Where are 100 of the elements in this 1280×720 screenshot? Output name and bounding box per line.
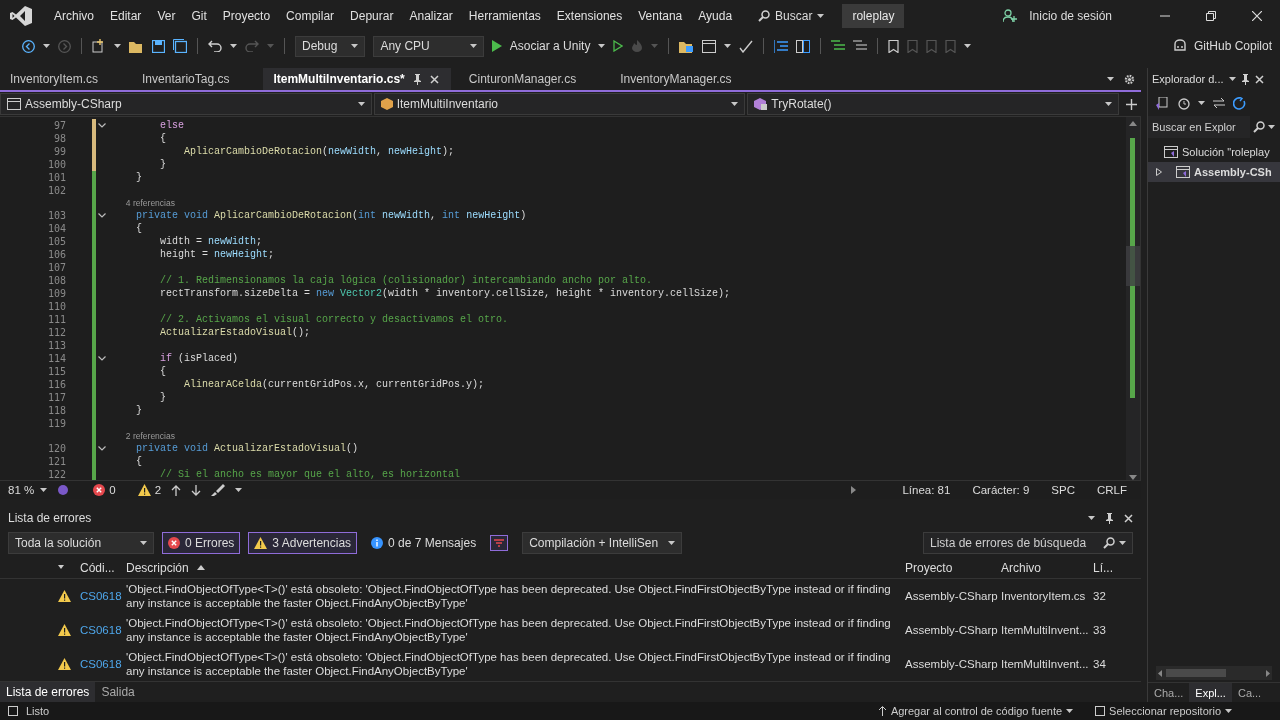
pin-icon[interactable] bbox=[1240, 73, 1250, 85]
platform-dropdown[interactable]: Any CPU bbox=[373, 35, 484, 57]
column-header[interactable]: Códi... bbox=[80, 560, 126, 575]
close-icon[interactable] bbox=[1252, 11, 1262, 21]
error-code-link[interactable]: CS0618 bbox=[80, 589, 126, 603]
column-filter-icon[interactable] bbox=[58, 564, 64, 571]
menu-item[interactable]: Extensiones bbox=[548, 9, 631, 23]
copilot-button[interactable]: GitHub Copilot bbox=[1171, 39, 1272, 53]
scope-dropdown[interactable]: Toda la solución bbox=[8, 532, 154, 554]
settings-icon[interactable] bbox=[1124, 73, 1135, 85]
filter-toggle-button[interactable]: 0 Errores bbox=[162, 532, 241, 554]
document-tab[interactable]: InventarioTag.cs bbox=[132, 68, 242, 90]
open-folder-icon[interactable] bbox=[129, 39, 144, 53]
collapse-icon[interactable] bbox=[97, 213, 106, 218]
indent-icon[interactable] bbox=[774, 39, 789, 53]
scroll-left-icon[interactable] bbox=[1158, 669, 1162, 677]
play-outline-icon[interactable] bbox=[613, 40, 624, 52]
menu-item[interactable]: Herramientas bbox=[460, 9, 549, 23]
comment-lines-icon[interactable] bbox=[831, 39, 846, 53]
document-tab[interactable]: CinturonManager.cs bbox=[458, 68, 589, 90]
repository-button[interactable]: Seleccionar repositorio bbox=[1095, 705, 1232, 717]
scrollbar[interactable] bbox=[1126, 117, 1140, 480]
pin-icon[interactable] bbox=[1105, 512, 1114, 524]
restore-icon[interactable] bbox=[1206, 11, 1216, 21]
search-field[interactable]: Buscar en Explor bbox=[1148, 116, 1250, 138]
column-header[interactable]: Descripción bbox=[126, 560, 189, 575]
line-ending-indicator[interactable]: CRLF bbox=[1090, 484, 1133, 496]
health-icon[interactable] bbox=[57, 484, 70, 496]
split-icon[interactable] bbox=[1125, 98, 1137, 110]
history-icon[interactable] bbox=[1177, 96, 1190, 110]
zoom-dropdown[interactable]: 81 % bbox=[8, 484, 48, 496]
search-field[interactable]: Lista de errores de búsqueda bbox=[923, 532, 1133, 554]
refresh-icon[interactable] bbox=[1233, 96, 1246, 110]
app-logo-icon[interactable] bbox=[10, 6, 32, 26]
error-code-link[interactable]: CS0618 bbox=[80, 657, 126, 671]
build-source-dropdown[interactable]: Compilación + IntelliSen bbox=[522, 532, 683, 554]
search-icon[interactable] bbox=[1253, 121, 1265, 133]
column-header[interactable]: Lí... bbox=[1093, 560, 1127, 575]
panel-tab[interactable]: Cha... bbox=[1148, 683, 1190, 702]
scroll-thumb[interactable] bbox=[1126, 246, 1140, 286]
filter-toggle-button[interactable]: 3 Advertencias bbox=[248, 532, 358, 554]
tree-item[interactable]: Solución "roleplay bbox=[1148, 142, 1280, 162]
collapse-icon[interactable] bbox=[97, 446, 106, 451]
columns-icon[interactable] bbox=[796, 39, 811, 53]
search-button[interactable]: Buscar bbox=[750, 9, 833, 23]
panel-tab[interactable]: Lista de errores bbox=[0, 682, 96, 702]
menu-item[interactable]: Ventana bbox=[630, 9, 691, 23]
source-control-button[interactable]: Agregar al control de código fuente bbox=[877, 705, 1074, 717]
configuration-dropdown[interactable]: Debug bbox=[295, 35, 366, 57]
collapse-icon[interactable] bbox=[97, 356, 106, 361]
column-indicator[interactable]: Carácter: 9 bbox=[966, 484, 1036, 496]
uncomment-lines-icon[interactable] bbox=[853, 39, 868, 53]
back-icon[interactable] bbox=[22, 39, 35, 53]
scroll-up-icon[interactable] bbox=[1129, 121, 1137, 126]
menu-item[interactable]: Analizar bbox=[401, 9, 461, 23]
attach-unity-button[interactable]: Asociar a Unity bbox=[491, 39, 591, 53]
close-tab-icon[interactable] bbox=[429, 74, 439, 84]
menu-item[interactable]: Git bbox=[183, 9, 215, 23]
menu-item[interactable]: Ayuda bbox=[690, 9, 741, 23]
menu-item[interactable]: Editar bbox=[102, 9, 150, 23]
save-all-icon[interactable] bbox=[173, 39, 187, 53]
error-code-link[interactable]: CS0618 bbox=[80, 623, 126, 637]
collapse-icon[interactable] bbox=[97, 123, 106, 128]
document-tab[interactable]: InventoryManager.cs bbox=[610, 68, 744, 90]
line-indicator[interactable]: Línea: 81 bbox=[896, 484, 957, 496]
menu-item[interactable]: Archivo bbox=[46, 9, 102, 23]
close-icon[interactable] bbox=[1124, 513, 1133, 523]
up-arrow-icon[interactable] bbox=[171, 484, 182, 496]
collapsed-arrow-icon[interactable] bbox=[1156, 168, 1162, 176]
project-dropdown[interactable]: Assembly-CSharp bbox=[0, 93, 372, 115]
filter-toggle-button[interactable]: 0 de 7 Mensajes bbox=[365, 532, 483, 554]
menu-item[interactable]: Proyecto bbox=[214, 9, 279, 23]
reference-count-link[interactable]: 4 referencias bbox=[125, 198, 175, 208]
window-icon[interactable] bbox=[702, 39, 717, 53]
tree-item[interactable]: Assembly-CSh bbox=[1148, 162, 1280, 182]
scroll-right-icon[interactable] bbox=[851, 486, 857, 494]
save-icon[interactable] bbox=[152, 39, 165, 53]
scroll-right-icon[interactable] bbox=[1266, 669, 1270, 677]
column-header[interactable]: Proyecto bbox=[905, 560, 1001, 575]
reference-count-link[interactable]: 2 referencias bbox=[125, 431, 175, 441]
undo-icon[interactable] bbox=[208, 40, 222, 52]
close-icon[interactable] bbox=[1254, 74, 1264, 84]
sync-view-icon[interactable] bbox=[1156, 96, 1169, 110]
menu-item[interactable]: Ver bbox=[149, 9, 184, 23]
menu-item[interactable]: Depurar bbox=[342, 9, 402, 23]
column-header[interactable]: Archivo bbox=[1001, 560, 1093, 575]
folder-window-icon[interactable] bbox=[679, 39, 695, 53]
document-tab[interactable]: InventoryItem.cs bbox=[0, 68, 111, 90]
brush-icon[interactable] bbox=[211, 484, 226, 496]
pin-icon[interactable] bbox=[412, 73, 422, 85]
sign-in-button[interactable]: Inicio de sesión bbox=[1003, 9, 1112, 23]
panel-tab[interactable]: Expl... bbox=[1189, 683, 1232, 702]
panel-tab[interactable]: Salida bbox=[95, 682, 141, 702]
switch-icon[interactable] bbox=[1213, 98, 1225, 108]
filter-icon[interactable] bbox=[490, 535, 509, 551]
menu-item[interactable]: Compilar bbox=[278, 9, 343, 23]
member-dropdown[interactable]: TryRotate() bbox=[747, 93, 1119, 115]
new-item-icon[interactable] bbox=[92, 39, 106, 53]
document-tab[interactable]: ItemMultiInventario.cs* bbox=[263, 68, 451, 90]
spellcheck-icon[interactable] bbox=[739, 39, 754, 53]
